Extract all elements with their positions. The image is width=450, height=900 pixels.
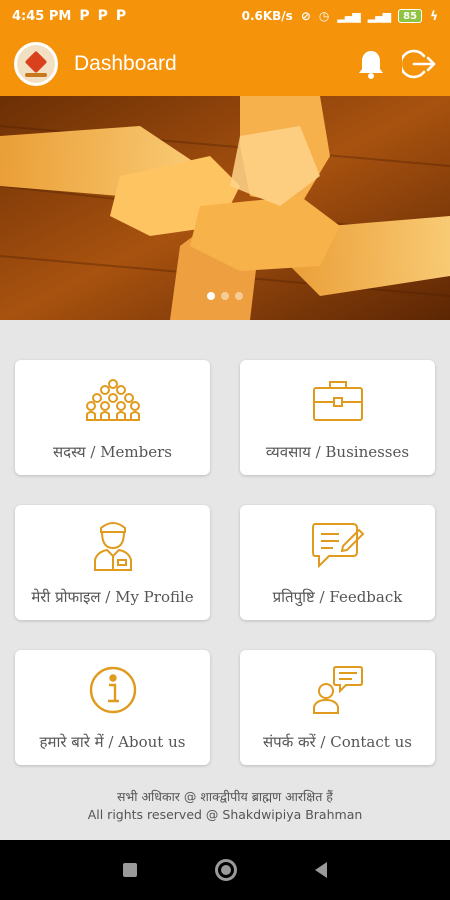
contact-us-label: संपर्क करें / Contact us (263, 733, 412, 751)
battery-indicator: 85 (398, 9, 423, 23)
logout-icon[interactable] (402, 48, 436, 80)
my-profile-label: मेरी प्रोफाइल / My Profile (31, 588, 194, 606)
businesses-card[interactable]: व्यवसाय / Businesses (240, 360, 435, 475)
signal-icon-2: ▂▄▆ (367, 9, 391, 23)
profile-icon (93, 517, 133, 573)
members-icon (85, 372, 141, 428)
carousel-dot[interactable] (221, 292, 229, 300)
carousel-indicators (0, 292, 450, 300)
page-title: Dashboard (74, 52, 177, 75)
network-speed: 0.6KB/s (241, 9, 293, 23)
footer: सभी अधिकार @ शाक्द्वीपीय ब्राह्मण आरक्षि… (0, 788, 450, 824)
feedback-label: प्रतिपुष्टि / Feedback (272, 588, 403, 606)
no-sim-icon: ⊘ (300, 9, 311, 23)
carousel-dot[interactable] (235, 292, 243, 300)
about-us-label: हमारे बारे में / About us (39, 733, 186, 751)
members-label: सदस्य / Members (52, 443, 173, 461)
signal-icon: ▂▄▆ (337, 9, 360, 23)
businesses-label: व्यवसाय / Businesses (265, 443, 410, 461)
alarm-icon: ◷ (318, 9, 330, 23)
info-icon (88, 662, 138, 718)
app-bar: Dashboard (0, 32, 450, 96)
about-us-card[interactable]: हमारे बारे में / About us (15, 650, 210, 765)
my-profile-card[interactable]: मेरी प्रोफाइल / My Profile (15, 505, 210, 620)
status-bar: 4:45 PM P P P 0.6KB/s ⊘ ◷ ▂▄▆ ▂▄▆ 85 ϟ (0, 0, 450, 32)
briefcase-icon (312, 372, 364, 428)
banner-carousel[interactable] (0, 96, 450, 320)
banner-image (0, 96, 450, 320)
notification-p-icon: P (97, 8, 108, 24)
charging-icon: ϟ (430, 9, 438, 23)
footer-rights-english: All rights reserved @ Shakdwipiya Brahma… (87, 807, 363, 822)
status-time: 4:45 PM (12, 8, 72, 24)
carousel-dot-active[interactable] (207, 292, 215, 300)
contact-icon (312, 662, 364, 718)
notification-p-icon: P (115, 8, 127, 24)
contact-us-card[interactable]: संपर्क करें / Contact us (240, 650, 435, 765)
members-card[interactable]: सदस्य / Members (15, 360, 210, 475)
footer-rights-hindi: सभी अधिकार @ शाक्द्वीपीय ब्राह्मण आरक्षि… (117, 789, 333, 804)
feedback-card[interactable]: प्रतिपुष्टि / Feedback (240, 505, 435, 620)
bell-icon[interactable] (358, 49, 384, 79)
feedback-icon (311, 517, 365, 573)
system-navigation-bar (0, 840, 450, 900)
home-icon[interactable] (215, 859, 237, 881)
dashboard-menu-grid: सदस्य / Members व्यवसाय / Businesses मेर… (15, 360, 435, 765)
recents-icon[interactable] (123, 863, 137, 877)
app-logo (14, 42, 58, 86)
notification-p-icon: P (79, 8, 90, 24)
back-icon[interactable] (315, 862, 327, 878)
